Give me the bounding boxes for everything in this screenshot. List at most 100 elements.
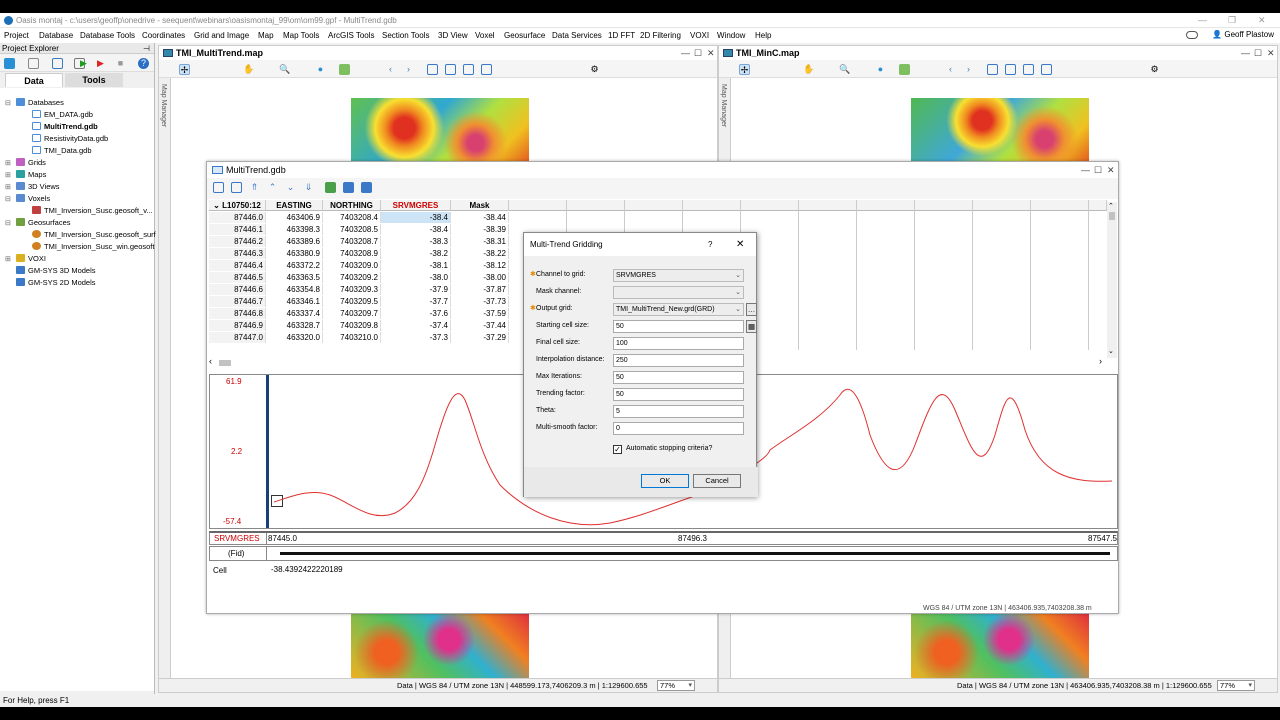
view-icon[interactable] <box>445 64 456 75</box>
table-cell[interactable]: -37.29 <box>451 332 509 343</box>
auto-stop-row[interactable]: ✓ Automatic stopping criteria? <box>613 444 753 456</box>
minimize-icon[interactable]: — <box>1081 162 1090 178</box>
fid-range-bar[interactable] <box>280 552 1110 555</box>
tree-db-multitrend[interactable]: MultiTrend.gdb <box>32 121 98 132</box>
minimize-icon[interactable]: — <box>1241 46 1250 60</box>
column-header-easting[interactable]: EASTING <box>266 200 323 211</box>
browse-button[interactable]: … <box>746 303 757 316</box>
expand-icon[interactable]: ⊞ <box>5 171 11 179</box>
run-icon[interactable]: ▶ <box>78 58 89 69</box>
table-cell[interactable]: 7403209.7 <box>323 308 381 319</box>
table-cell[interactable]: -37.3 <box>381 332 451 343</box>
maximize-icon[interactable]: ☐ <box>1254 46 1262 60</box>
table-cell[interactable]: 463363.5 <box>266 272 323 283</box>
pin-icon[interactable]: ⊣ <box>143 43 150 54</box>
table-cell[interactable]: -37.87 <box>451 284 509 295</box>
table-cell[interactable]: 463328.7 <box>266 320 323 331</box>
table-cell[interactable]: 463406.9 <box>266 212 323 223</box>
tree-voxi[interactable]: VOXI <box>16 253 46 264</box>
menu-arcgis-tools[interactable]: ArcGIS Tools <box>328 31 375 40</box>
table-cell[interactable]: 7403209.3 <box>323 284 381 295</box>
menu-help[interactable]: Help <box>755 31 771 40</box>
menu-map-tools[interactable]: Map Tools <box>283 31 319 40</box>
close-icon[interactable]: ✕ <box>707 46 715 60</box>
map-manager-tab[interactable]: Map Manager <box>159 78 171 678</box>
view-icon[interactable] <box>987 64 998 75</box>
collapse-icon[interactable]: ⊟ <box>5 195 11 203</box>
table-cell[interactable]: 463346.1 <box>266 296 323 307</box>
table-cell[interactable]: 7403209.0 <box>323 260 381 271</box>
view-icon[interactable] <box>1005 64 1016 75</box>
row-fid-cell[interactable]: 87446.4 <box>209 260 266 271</box>
table-cell[interactable]: 7403208.5 <box>323 224 381 235</box>
menu-database[interactable]: Database <box>39 31 73 40</box>
cloud-icon[interactable] <box>1186 31 1198 39</box>
zoom-icon[interactable]: 🔍 <box>839 64 850 75</box>
field-input[interactable]: 100 <box>613 337 744 350</box>
globe-icon[interactable]: ● <box>875 64 886 75</box>
menu-section-tools[interactable]: Section Tools <box>382 31 429 40</box>
ok-button[interactable]: OK <box>641 474 689 488</box>
field-input[interactable]: 5 <box>613 405 744 418</box>
tree-voxel-item[interactable]: TMI_Inversion_Susc.geosoft_v... <box>32 205 153 216</box>
tree-3d-views[interactable]: 3D Views <box>16 181 60 192</box>
copy-icon[interactable] <box>213 182 224 193</box>
menu-window[interactable]: Window <box>717 31 745 40</box>
back-icon[interactable]: ‹ <box>945 64 956 75</box>
collapse-icon[interactable]: ⊟ <box>5 219 11 227</box>
vertical-scrollbar[interactable]: ⌃ ⌄ <box>1107 202 1117 358</box>
save-icon[interactable] <box>231 182 242 193</box>
table-cell[interactable]: 7403208.9 <box>323 248 381 259</box>
row-fid-cell[interactable]: 87446.9 <box>209 320 266 331</box>
table-cell[interactable]: -38.44 <box>451 212 509 223</box>
field-input[interactable]: 50 <box>613 320 744 333</box>
maximize-icon[interactable]: ☐ <box>1094 162 1102 178</box>
table-cell[interactable]: 463398.3 <box>266 224 323 235</box>
line-header[interactable]: ⌄ L10750:12 <box>209 200 266 211</box>
table-cell[interactable]: -37.9 <box>381 284 451 295</box>
row-fid-cell[interactable]: 87446.6 <box>209 284 266 295</box>
table-cell[interactable]: 463337.4 <box>266 308 323 319</box>
tree-geosurfaces[interactable]: Geosurfaces <box>16 217 71 228</box>
table-cell[interactable]: -38.1 <box>381 260 451 271</box>
table-cell[interactable]: -37.4 <box>381 320 451 331</box>
table-icon[interactable] <box>343 182 354 193</box>
open-folder-icon[interactable] <box>28 58 39 69</box>
scroll-thumb[interactable] <box>219 360 231 366</box>
menu-2d-filtering[interactable]: 2D Filtering <box>640 31 681 40</box>
last-line-icon[interactable]: ⇓ <box>303 182 314 193</box>
table-cell[interactable]: -37.7 <box>381 296 451 307</box>
zoom-select[interactable]: 77% ▾ <box>657 680 695 691</box>
field-input[interactable]: 50 <box>613 388 744 401</box>
project-icon[interactable] <box>4 58 15 69</box>
menu-coordinates[interactable]: Coordinates <box>142 31 185 40</box>
maximize-icon[interactable]: ☐ <box>694 46 702 60</box>
settings-icon[interactable]: ⚙ <box>1149 64 1160 75</box>
close-icon[interactable]: ✕ <box>1107 162 1115 178</box>
table-cell[interactable]: -38.4 <box>381 224 451 235</box>
menu-project[interactable]: Project <box>4 31 29 40</box>
view-icon[interactable] <box>481 64 492 75</box>
table-cell[interactable]: 463372.2 <box>266 260 323 271</box>
table-cell[interactable]: 7403208.7 <box>323 236 381 247</box>
scroll-up-icon[interactable]: ⌃ <box>1108 202 1114 210</box>
collapse-icon[interactable]: ⊟ <box>5 99 11 107</box>
row-fid-cell[interactable]: 87446.3 <box>209 248 266 259</box>
view-icon[interactable] <box>1023 64 1034 75</box>
row-fid-cell[interactable]: 87446.8 <box>209 308 266 319</box>
forward-icon[interactable]: › <box>963 64 974 75</box>
table-cell[interactable]: 463389.6 <box>266 236 323 247</box>
menu-data-services[interactable]: Data Services <box>552 31 602 40</box>
table-cell[interactable]: 463354.8 <box>266 284 323 295</box>
column-header-srvmgres[interactable]: SRVMGRES <box>381 200 451 211</box>
forward-icon[interactable]: › <box>403 64 414 75</box>
globe-icon[interactable]: ● <box>315 64 326 75</box>
expand-icon[interactable]: ⊞ <box>5 183 11 191</box>
table-icon[interactable] <box>325 182 336 193</box>
table-cell[interactable]: 463320.0 <box>266 332 323 343</box>
help-icon[interactable]: ? <box>138 58 149 69</box>
row-fid-cell[interactable]: 87446.5 <box>209 272 266 283</box>
tab-data[interactable]: Data <box>5 73 63 87</box>
menu-1d-fft[interactable]: 1D FFT <box>608 31 635 40</box>
previous-line-icon[interactable]: ⌃ <box>267 182 278 193</box>
